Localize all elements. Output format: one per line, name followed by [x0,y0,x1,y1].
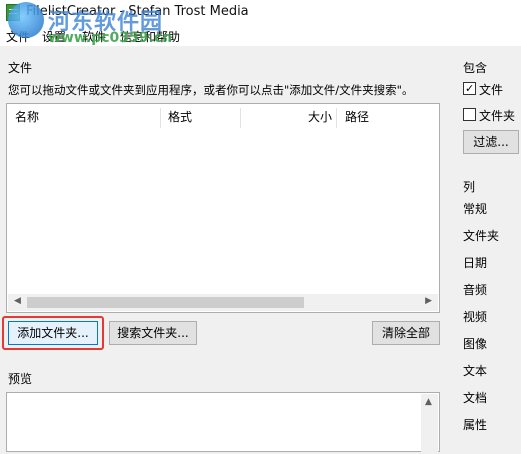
highlight-box [2,316,104,350]
scroll-right-icon[interactable]: ▶ [425,296,432,306]
files-checkbox[interactable]: ✓ [463,82,476,95]
preview-area[interactable]: ▲ [6,392,440,454]
column-option-attributes[interactable]: 属性 [463,416,487,433]
column-option-folder[interactable]: 文件夹 [463,227,499,244]
column-header-size[interactable]: 大小 [240,104,336,130]
files-section-label: 文件 [8,61,33,75]
column-header-format[interactable]: 格式 [160,104,240,130]
scroll-left-icon[interactable]: ◀ [14,296,21,306]
horizontal-scrollbar[interactable]: ◀ ▶ [8,294,438,311]
files-hint-text: 您可以拖动文件或文件夹到应用程序，或者你可以点击"添加文件/文件夹搜索"。 [8,83,414,97]
column-option-date[interactable]: 日期 [463,254,487,271]
column-option-video[interactable]: 视频 [463,308,487,325]
column-header-path[interactable]: 路径 [337,104,437,130]
check-icon: ✓ [465,82,475,95]
folders-checkbox-label[interactable]: 文件夹 [479,107,515,124]
watermark-logo-icon [8,2,44,38]
column-header-name[interactable]: 名称 [7,104,160,130]
files-checkbox-label[interactable]: 文件 [479,81,503,98]
watermark-url: www.pc0359.cn [48,30,173,46]
column-option-text[interactable]: 文本 [463,362,487,379]
column-option-general[interactable]: 常规 [463,200,487,217]
search-folder-button[interactable]: 搜索文件夹... [109,321,197,345]
scrollbar-thumb[interactable] [27,297,304,308]
columns-label: 列 [463,180,476,194]
column-option-audio[interactable]: 音频 [463,281,487,298]
scroll-up-icon[interactable]: ▲ [425,397,432,407]
preview-section-label: 预览 [8,372,33,386]
filter-button[interactable]: 过滤... [463,130,519,154]
vertical-scrollbar[interactable]: ▲ [421,394,438,454]
column-option-document[interactable]: 文档 [463,389,487,406]
file-list[interactable]: 名称 格式 大小 路径 ◀ ▶ [6,103,440,313]
clear-all-button[interactable]: 清除全部 [372,321,440,345]
folders-checkbox[interactable] [463,108,476,121]
include-label: 包含 [463,61,488,75]
column-option-image[interactable]: 图像 [463,335,487,352]
